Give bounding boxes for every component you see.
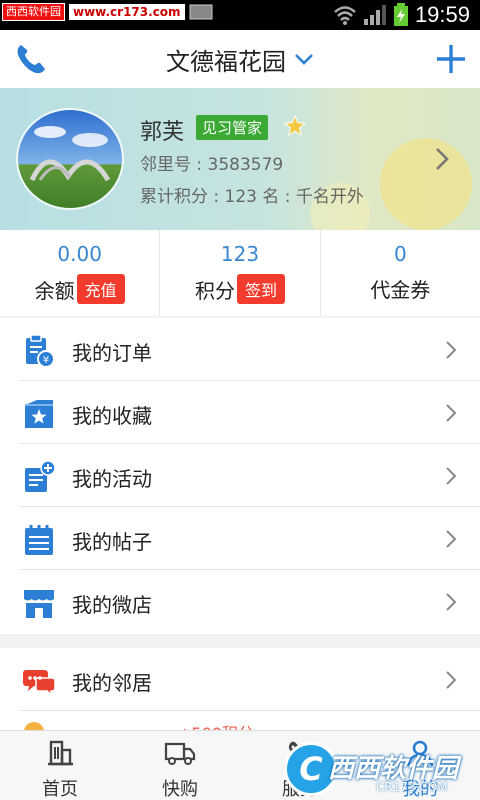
menu-item-shop[interactable]: 我的微店 <box>0 570 480 633</box>
menu-label: 我的活动 <box>72 467 152 491</box>
signal-icon <box>363 5 386 25</box>
chevron-down-icon <box>295 54 313 65</box>
points-label: 积分 <box>194 278 235 303</box>
user-name: 郭芙 <box>140 120 185 145</box>
watermark-url: www.cr173.com <box>69 4 185 20</box>
community-name: 文德福花园 <box>166 47 286 76</box>
decor-flower <box>380 138 472 230</box>
neighbor-chat-icon <box>23 670 56 697</box>
balance-label: 余额 <box>34 278 75 303</box>
menu-label: 我的订单 <box>72 341 152 365</box>
shop-icon <box>24 590 54 618</box>
watermark-badge: 西西软件园 <box>2 3 65 21</box>
account-stats: 0.00 余额 充值 123 积分 签到 0 代金券 <box>0 230 480 316</box>
tab-home[interactable]: 首页 <box>0 731 120 800</box>
app-header: 文德福花园 <box>0 30 480 88</box>
points-value: 123 <box>220 242 260 266</box>
activity-icon <box>25 460 56 492</box>
neighbor-id: 邻里号 : 3583579 <box>140 155 284 175</box>
menu-label: 我的邻居 <box>72 671 152 695</box>
favorite-icon <box>25 400 53 428</box>
community-selector[interactable]: 文德福花园 <box>0 30 480 88</box>
watermark-logo-sub: CR173.COM <box>376 780 448 794</box>
watermark-logo: C 西西软件园 CR173.COM <box>284 742 474 798</box>
phone-icon[interactable] <box>14 42 48 76</box>
chevron-right-icon <box>446 530 456 548</box>
vouchers-label: 代金券 <box>370 278 431 302</box>
star-icon <box>284 115 306 137</box>
svg-text:¥: ¥ <box>43 355 49 366</box>
home-building-icon <box>48 740 73 766</box>
stat-balance[interactable]: 0.00 余额 充值 <box>0 230 159 316</box>
checkin-button[interactable]: 签到 <box>236 274 285 304</box>
chevron-right-icon <box>446 671 456 689</box>
stat-vouchers[interactable]: 0 代金券 <box>319 230 480 316</box>
menu-item-favorites[interactable]: 我的收藏 <box>0 381 480 444</box>
chevron-right-icon <box>446 404 456 422</box>
post-icon <box>25 525 53 555</box>
avatar[interactable] <box>16 108 124 210</box>
status-time: 19:59 <box>414 2 470 27</box>
vouchers-value: 0 <box>393 242 407 266</box>
avatar-image <box>18 110 122 208</box>
stat-points[interactable]: 123 积分 签到 <box>159 230 319 316</box>
tab-label: 首页 <box>42 779 78 800</box>
battery-charging-icon <box>393 3 408 26</box>
chevron-right-icon <box>436 148 449 170</box>
recharge-button[interactable]: 充值 <box>76 274 125 304</box>
order-icon: ¥ <box>26 334 55 368</box>
watermark-top: 西西软件园 www.cr173.com <box>2 3 213 21</box>
menu-primary: ¥ 我的订单 我的收藏 我的活动 我的帖子 我的微店 <box>0 318 480 634</box>
balance-value: 0.00 <box>57 242 102 266</box>
menu-item-activities[interactable]: 我的活动 <box>0 444 480 507</box>
menu-label: 我的收藏 <box>72 404 152 428</box>
menu-label: 我的微店 <box>72 593 152 617</box>
menu-label: 我的帖子 <box>72 530 152 554</box>
tab-quickbuy[interactable]: 快购 <box>120 731 240 800</box>
wifi-icon <box>334 6 356 25</box>
truck-icon <box>164 742 196 765</box>
menu-item-orders[interactable]: ¥ 我的订单 <box>0 318 480 381</box>
profile-card[interactable]: 郭芙 见习管家 邻里号 : 3583579 累计积分 : 123 名 : 千名开… <box>0 88 480 230</box>
user-level-badge: 见习管家 <box>196 115 269 140</box>
chevron-right-icon <box>446 593 456 611</box>
menu-item-neighbors[interactable]: 我的邻居 <box>0 648 480 711</box>
points-rank: 累计积分 : 123 名 : 千名开外 <box>140 187 364 207</box>
menu-item-posts[interactable]: 我的帖子 <box>0 507 480 570</box>
chevron-right-icon <box>446 467 456 485</box>
chevron-right-icon <box>446 341 456 359</box>
status-bar: 西西软件园 www.cr173.com 19:59 <box>0 0 480 30</box>
tab-label: 快购 <box>162 779 198 800</box>
plus-icon[interactable] <box>434 42 468 76</box>
image-icon <box>189 4 213 20</box>
